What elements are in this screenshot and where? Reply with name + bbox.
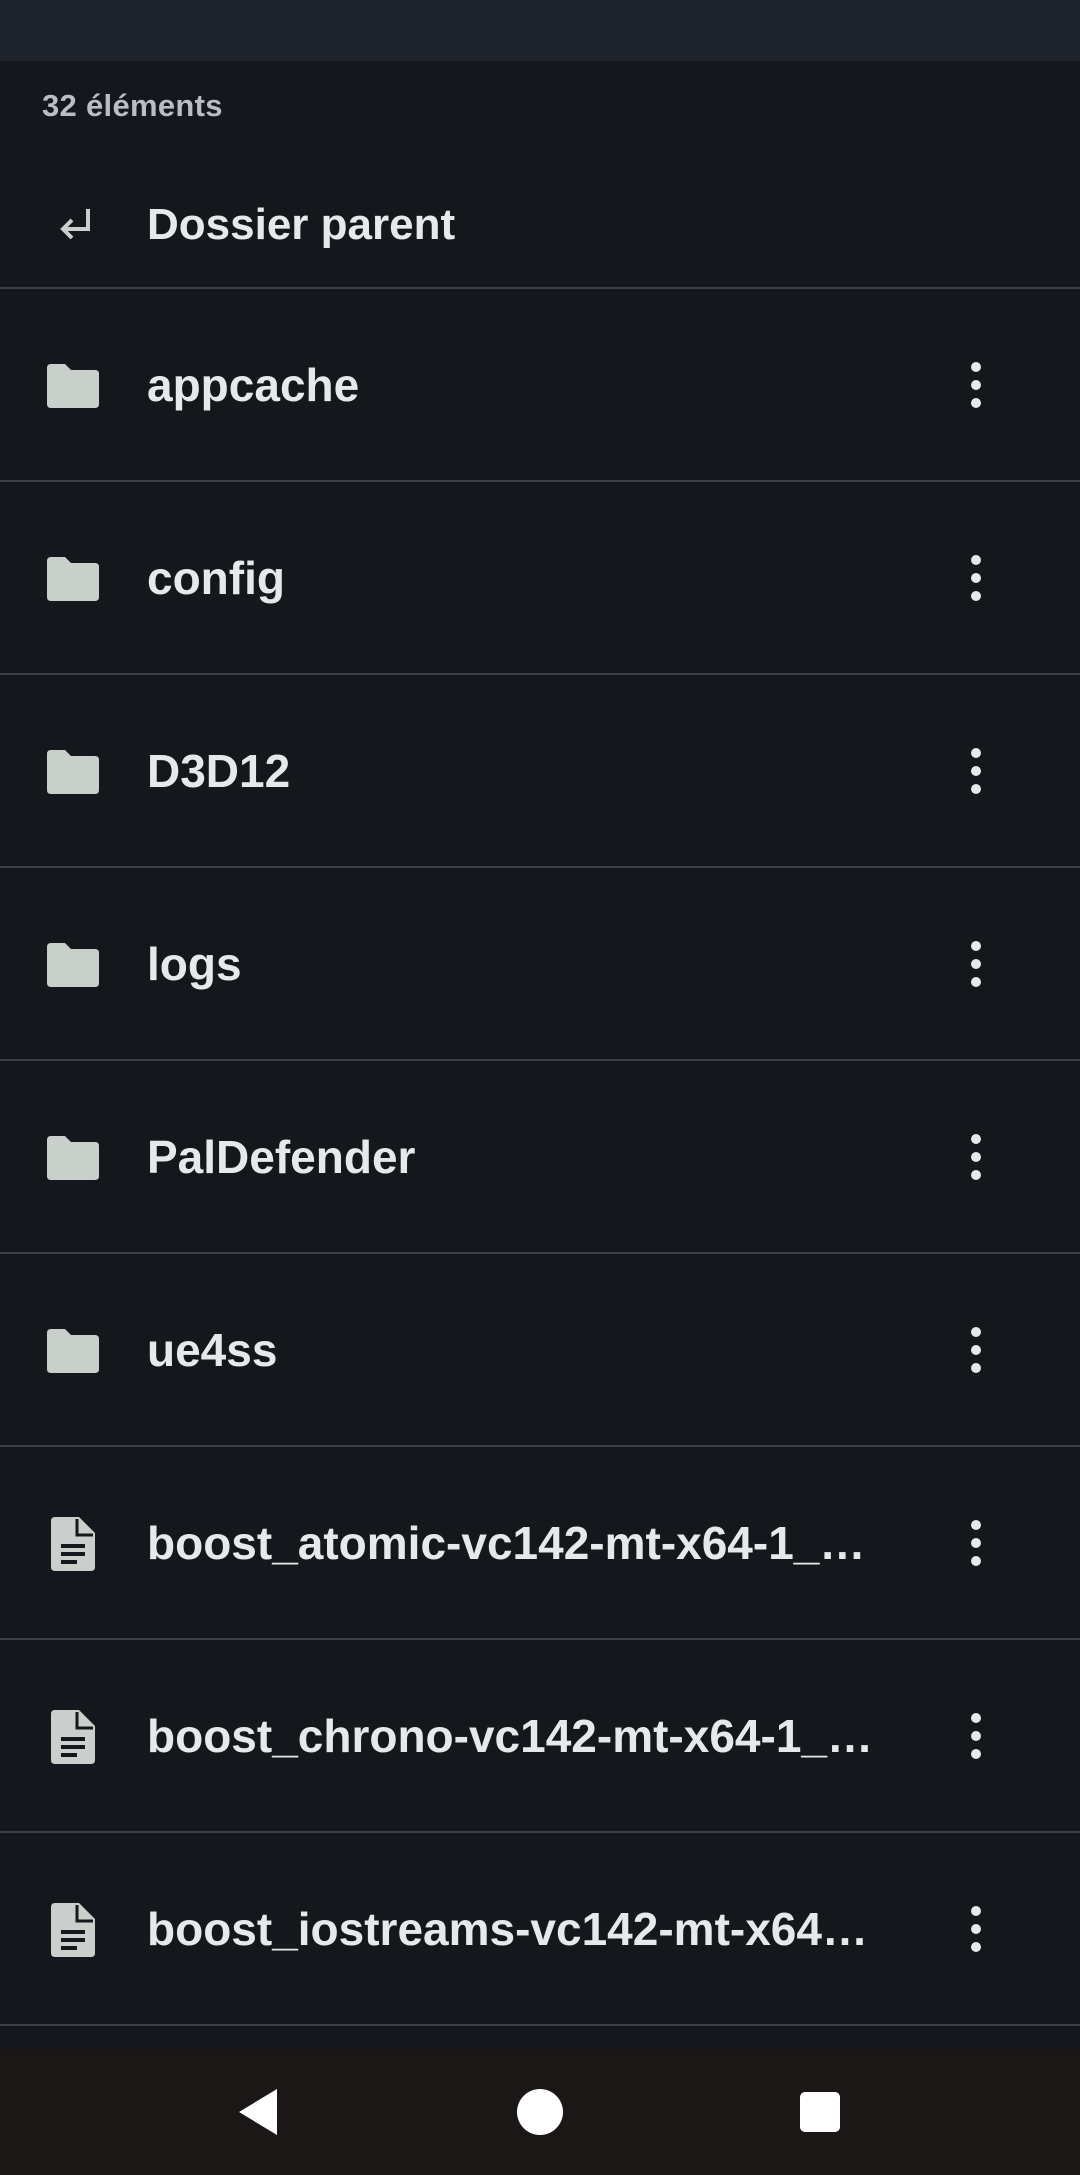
home-circle-icon[interactable] (510, 2082, 570, 2142)
list-item[interactable]: appcache (0, 289, 1080, 482)
back-triangle-icon[interactable] (228, 2082, 288, 2142)
item-name: appcache (147, 359, 360, 411)
file-icon (44, 1708, 102, 1766)
return-arrow-icon (48, 197, 104, 253)
more-options-icon[interactable] (952, 737, 1000, 805)
file-browser-screen: 32 éléments Dossier parent appcache conf… (0, 0, 1080, 2175)
item-name: PalDefender (147, 1131, 416, 1183)
more-options-icon[interactable] (952, 351, 1000, 419)
list-item[interactable]: boost_iostreams-vc142-mt-x64… (0, 1833, 1080, 2026)
recents-square-icon[interactable] (790, 2082, 850, 2142)
item-name: boost_chrono-vc142-mt-x64-1_… (147, 1710, 873, 1762)
toolbar-strip (0, 0, 1080, 61)
list-item[interactable]: boost_atomic-vc142-mt-x64-1_… (0, 1447, 1080, 1640)
folder-icon (44, 550, 102, 608)
list-item[interactable]: ue4ss (0, 1254, 1080, 1447)
item-name: boost_atomic-vc142-mt-x64-1_… (147, 1517, 866, 1569)
folder-icon (44, 1322, 102, 1380)
more-options-icon[interactable] (952, 1509, 1000, 1577)
item-name: config (147, 552, 285, 604)
item-name: boost_iostreams-vc142-mt-x64… (147, 1903, 868, 1955)
folder-icon (44, 357, 102, 415)
list-item[interactable]: boost_chrono-vc142-mt-x64-1_… (0, 1640, 1080, 1833)
list-item[interactable]: D3D12 (0, 675, 1080, 868)
folder-icon (44, 936, 102, 994)
item-count: 32 éléments (42, 88, 223, 123)
file-icon (44, 1901, 102, 1959)
more-options-icon[interactable] (952, 1123, 1000, 1191)
more-options-icon[interactable] (952, 1895, 1000, 1963)
list-item[interactable]: PalDefender (0, 1061, 1080, 1254)
folder-icon (44, 1129, 102, 1187)
file-list: appcache config D3D12 logs PalDefender u… (0, 289, 1080, 2026)
item-name: D3D12 (147, 745, 291, 797)
list-item[interactable]: config (0, 482, 1080, 675)
item-name: ue4ss (147, 1324, 278, 1376)
parent-folder-label: Dossier parent (147, 200, 456, 249)
parent-folder-row[interactable]: Dossier parent (0, 175, 1080, 289)
folder-icon (44, 743, 102, 801)
more-options-icon[interactable] (952, 930, 1000, 998)
more-options-icon[interactable] (952, 544, 1000, 612)
file-icon (44, 1515, 102, 1573)
system-navigation-bar (0, 2049, 1080, 2175)
item-name: logs (147, 938, 242, 990)
more-options-icon[interactable] (952, 1702, 1000, 1770)
list-item[interactable]: logs (0, 868, 1080, 1061)
more-options-icon[interactable] (952, 1316, 1000, 1384)
